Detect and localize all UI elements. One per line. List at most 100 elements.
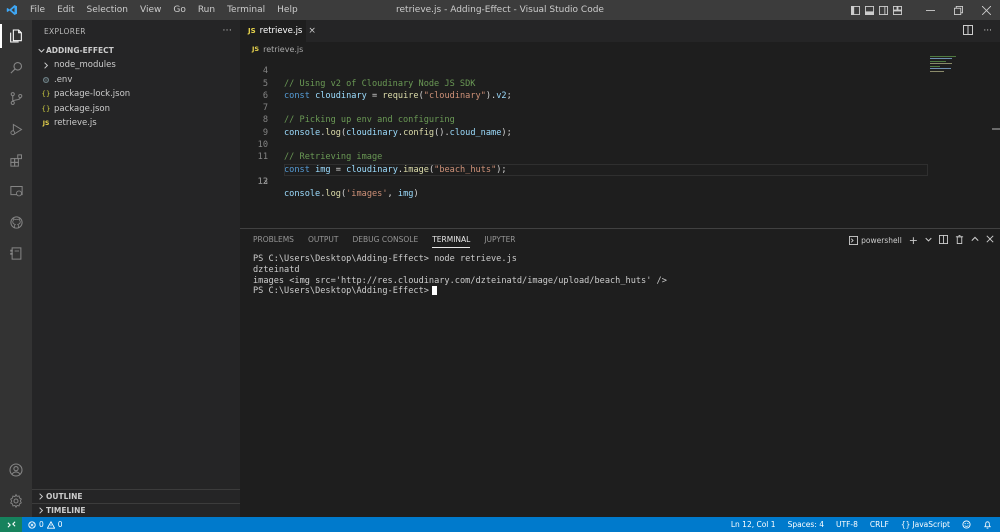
- code-line: 11 const img = cloudinary.image("beach_h…: [240, 139, 930, 174]
- js-file-icon: JS: [252, 45, 260, 53]
- search-icon[interactable]: [0, 51, 32, 83]
- timeline-label: TIMELINE: [46, 506, 86, 515]
- terminal-shell-selector[interactable]: powershell: [849, 235, 902, 245]
- warning-icon: [46, 520, 55, 529]
- toggle-secondary-sidebar-icon[interactable]: [876, 0, 890, 20]
- error-count: 0: [39, 520, 44, 529]
- vscode-logo-icon: [0, 0, 24, 20]
- panel-tabs: PROBLEMS OUTPUT DEBUG CONSOLE TERMINAL J…: [246, 229, 523, 251]
- end-of-line[interactable]: CRLF: [870, 520, 889, 529]
- terminal-prompt: PS C:\Users\Desktop\Adding-Effect>: [253, 286, 667, 297]
- code-line-current: 12: [240, 151, 930, 187]
- minimize-icon[interactable]: [916, 0, 944, 20]
- terminal-output[interactable]: PS C:\Users\Desktop\Adding-Effect> node …: [253, 254, 667, 297]
- tab-jupyter[interactable]: JUPYTER: [477, 229, 522, 251]
- title-bar: File Edit Selection View Go Run Terminal…: [0, 0, 1000, 20]
- panel-actions: powershell +: [849, 229, 994, 251]
- tree-item-env[interactable]: .env: [32, 73, 240, 88]
- code-editor[interactable]: 4 // Using v2 of Cloudinary Node JS SDK …: [240, 56, 1000, 228]
- split-terminal-icon[interactable]: [939, 234, 948, 246]
- code-line: 5 const cloudinary = require("cloudinary…: [240, 65, 930, 101]
- tab-terminal[interactable]: TERMINAL: [425, 229, 477, 251]
- tree-item-label: .env: [54, 74, 73, 85]
- breadcrumb-file[interactable]: retrieve.js: [263, 45, 303, 54]
- editor-scrollbar[interactable]: [992, 128, 1000, 130]
- encoding[interactable]: UTF-8: [836, 520, 858, 529]
- menu-view[interactable]: View: [134, 0, 167, 20]
- problems-indicator[interactable]: 0 0: [22, 520, 63, 529]
- restore-icon[interactable]: [944, 0, 972, 20]
- menu-edit[interactable]: Edit: [51, 0, 80, 20]
- timeline-section[interactable]: TIMELINE: [32, 503, 240, 517]
- toggle-panel-icon[interactable]: [862, 0, 876, 20]
- jupyter-icon[interactable]: [0, 237, 32, 269]
- menu-go[interactable]: Go: [167, 0, 191, 20]
- close-panel-icon[interactable]: [986, 235, 994, 245]
- chevron-right-icon: [36, 507, 46, 514]
- json-file-icon: {}: [41, 104, 51, 113]
- explorer-icon[interactable]: [0, 20, 32, 52]
- tree-item-label: node_modules: [54, 60, 116, 71]
- menu-help[interactable]: Help: [271, 0, 304, 20]
- tree-item-package-json[interactable]: {} package.json: [32, 102, 240, 117]
- warning-count: 0: [57, 520, 63, 529]
- remote-explorer-icon[interactable]: [0, 175, 32, 207]
- account-icon[interactable]: [0, 454, 32, 486]
- shell-name: powershell: [861, 235, 902, 245]
- terminal-cursor: [431, 286, 437, 296]
- remote-indicator[interactable]: [0, 517, 22, 532]
- more-actions-icon[interactable]: ···: [223, 26, 232, 36]
- tab-problems[interactable]: PROBLEMS: [246, 229, 301, 251]
- github-icon[interactable]: [0, 206, 32, 238]
- chevron-down-icon[interactable]: [925, 236, 932, 245]
- line-number: 13: [257, 176, 268, 187]
- settings-gear-icon[interactable]: [0, 485, 32, 517]
- outline-section[interactable]: OUTLINE: [32, 489, 240, 503]
- breadcrumb: JS retrieve.js: [240, 42, 1000, 56]
- js-file-icon: JS: [42, 119, 50, 127]
- new-terminal-icon[interactable]: +: [909, 234, 918, 247]
- source-control-icon[interactable]: [0, 82, 32, 114]
- feedback-icon[interactable]: [962, 520, 971, 529]
- indentation[interactable]: Spaces: 4: [788, 520, 824, 529]
- tab-label: retrieve.js: [259, 26, 303, 36]
- code-line: 7 // Picking up env and configuring: [240, 90, 930, 125]
- workspace-folder-label: ADDING-EFFECT: [46, 45, 114, 55]
- split-editor-icon[interactable]: [963, 24, 974, 38]
- tree-item-package-lock-json[interactable]: {} package-lock.json: [32, 87, 240, 102]
- extensions-icon[interactable]: [0, 144, 32, 176]
- close-window-icon[interactable]: [972, 0, 1000, 20]
- bottom-panel: PROBLEMS OUTPUT DEBUG CONSOLE TERMINAL J…: [240, 228, 1000, 517]
- outline-label: OUTLINE: [46, 492, 83, 501]
- tree-item-label: retrieve.js: [54, 118, 97, 129]
- cursor-position[interactable]: Ln 12, Col 1: [731, 520, 776, 529]
- run-debug-icon[interactable]: [0, 113, 32, 145]
- minimap[interactable]: [930, 56, 990, 228]
- tab-debug-console[interactable]: DEBUG CONSOLE: [346, 229, 426, 251]
- menu-run[interactable]: Run: [192, 0, 221, 20]
- terminal-line: dzteinatd: [253, 264, 300, 275]
- language-mode[interactable]: {} JavaScript: [901, 520, 950, 529]
- terminal-line: images <img src='http://res.cloudinary.c…: [253, 275, 667, 286]
- trash-icon[interactable]: [955, 234, 964, 246]
- toggle-sidebar-icon[interactable]: [848, 0, 862, 20]
- close-icon[interactable]: ×: [308, 26, 316, 36]
- maximize-panel-icon[interactable]: [971, 235, 979, 245]
- tree-item-retrieve-js[interactable]: JS retrieve.js: [32, 116, 240, 131]
- tree-item-label: package.json: [54, 103, 110, 114]
- notifications-bell-icon[interactable]: [983, 520, 992, 529]
- menu-selection[interactable]: Selection: [81, 0, 134, 20]
- tab-output[interactable]: OUTPUT: [301, 229, 346, 251]
- menu-terminal[interactable]: Terminal: [221, 0, 271, 20]
- more-actions-icon[interactable]: ···: [983, 26, 992, 36]
- chevron-down-icon: [36, 47, 46, 54]
- workspace-folder[interactable]: ADDING-EFFECT: [32, 42, 240, 58]
- terminal-icon: [849, 235, 859, 245]
- terminal-prompt-text: PS C:\Users\Desktop\Adding-Effect>: [253, 286, 429, 297]
- tree-item-node-modules[interactable]: node_modules: [32, 58, 240, 73]
- tab-retrieve-js[interactable]: JS retrieve.js ×: [240, 20, 316, 42]
- explorer-sidebar: EXPLORER ··· ADDING-EFFECT node_modules …: [32, 20, 240, 517]
- menu-file[interactable]: File: [24, 0, 51, 20]
- code-line: 6: [240, 78, 930, 101]
- customize-layout-icon[interactable]: [890, 0, 904, 20]
